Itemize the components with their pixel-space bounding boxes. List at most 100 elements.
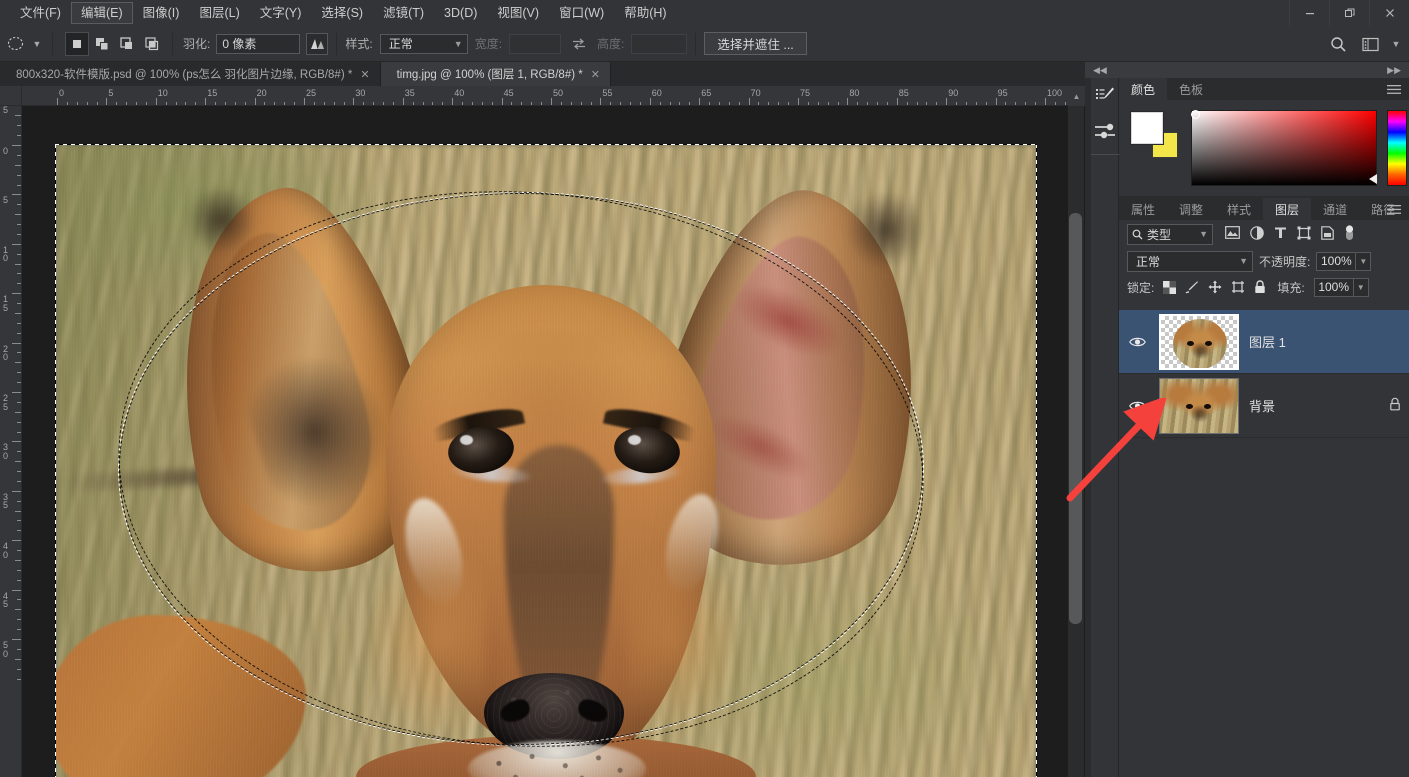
lock-image-pixels-icon[interactable] [1185, 280, 1199, 294]
layer-visibility-toggle[interactable] [1125, 336, 1149, 348]
layer-thumbnail-wrap[interactable] [1159, 378, 1239, 434]
select-and-mask-button[interactable]: 选择并遮住 ... [704, 32, 806, 55]
tab-channels[interactable]: 通道 [1311, 198, 1359, 220]
search-icon[interactable] [1325, 31, 1351, 57]
selection-mode-add[interactable] [90, 32, 114, 56]
tool-preset-picker[interactable]: ▼ [0, 31, 44, 57]
ruler-label: 15 [207, 89, 217, 98]
ruler-corner[interactable] [0, 86, 22, 106]
layer-lock-icon[interactable] [1389, 397, 1401, 414]
ruler-tick-major [749, 98, 750, 106]
ruler-label: 30 [3, 443, 17, 460]
opacity-input[interactable]: 100% [1316, 252, 1356, 271]
vertical-ruler[interactable]: -505101520253035404550 [0, 106, 22, 777]
ruler-tick-major [847, 98, 848, 106]
lock-all-icon[interactable] [1254, 280, 1266, 294]
canvas-scrollbar-thumb[interactable] [1069, 213, 1082, 624]
dock-collapse-bar[interactable]: ◀◀ ▶▶ [1085, 62, 1409, 78]
swap-dimensions-icon[interactable] [568, 34, 590, 54]
lock-position-icon[interactable] [1208, 280, 1222, 294]
menu-item-layer[interactable]: 图层(L) [189, 2, 249, 24]
close-icon[interactable]: ✕ [591, 68, 600, 81]
canvas-scroll-up-icon[interactable]: ▲ [1068, 86, 1085, 106]
minimize-icon[interactable] [1289, 0, 1329, 26]
tab-swatches[interactable]: 色板 [1167, 78, 1215, 100]
menu-item-edit[interactable]: 编辑(E) [71, 2, 133, 24]
tab-styles[interactable]: 样式 [1215, 198, 1263, 220]
restore-icon[interactable] [1329, 0, 1369, 26]
lock-row: 锁定: [1119, 274, 1409, 300]
elliptical-marquee-icon[interactable] [2, 31, 28, 57]
chevron-down-icon[interactable]: ▼ [30, 34, 44, 54]
horizontal-ruler[interactable]: 0510152025303540455055606570758085909510… [22, 86, 1085, 106]
type-layers-icon[interactable] [1274, 226, 1287, 242]
lock-artboard-icon[interactable] [1231, 280, 1245, 294]
fill-input[interactable]: 100% [1314, 278, 1354, 297]
smart-object-icon[interactable] [1321, 226, 1334, 243]
layer-name[interactable]: 图层 1 [1249, 332, 1401, 351]
feather-input[interactable]: 0 像素 [216, 34, 300, 54]
lock-transparent-pixels-icon[interactable] [1163, 281, 1176, 294]
document-canvas[interactable] [56, 145, 1036, 777]
layer-thumbnail[interactable] [1159, 378, 1239, 434]
menu-item-type[interactable]: 文字(Y) [250, 2, 312, 24]
selection-mode-intersect[interactable] [140, 32, 164, 56]
shape-layers-icon[interactable] [1297, 226, 1311, 243]
height-input[interactable] [631, 34, 687, 54]
tab-color[interactable]: 颜色 [1119, 78, 1167, 100]
color-spectrum-field[interactable] [1191, 110, 1377, 186]
selection-mode-subtract[interactable] [115, 32, 139, 56]
tab-layers[interactable]: 图层 [1263, 198, 1311, 220]
layer-thumbnail-wrap[interactable] [1159, 314, 1239, 370]
width-input[interactable] [509, 34, 561, 54]
ruler-tick-minor [15, 313, 21, 314]
layer-visibility-toggle[interactable] [1125, 400, 1149, 412]
anti-alias-icon[interactable] [306, 33, 328, 55]
menu-item-3d[interactable]: 3D(D) [434, 2, 487, 24]
collapse-right-icon[interactable]: ▶▶ [1387, 65, 1401, 76]
brush-settings-icon[interactable] [1091, 114, 1119, 150]
panel-menu-icon[interactable] [1387, 78, 1401, 100]
canvas-area[interactable] [22, 106, 1085, 777]
workspace-switcher-icon[interactable] [1357, 31, 1383, 57]
selection-mode-new[interactable] [65, 32, 89, 56]
collapse-left-icon[interactable]: ◀◀ [1093, 65, 1107, 76]
ruler-tick-minor [17, 175, 21, 176]
pixel-layers-icon[interactable] [1225, 226, 1240, 242]
brush-presets-icon[interactable] [1091, 78, 1119, 114]
blend-mode-select[interactable]: 正常 ▼ [1127, 251, 1253, 272]
blend-mode-value: 正常 [1136, 253, 1160, 270]
close-icon[interactable]: ✕ [360, 68, 369, 81]
hue-strip[interactable] [1387, 110, 1407, 186]
tab-adjustments[interactable]: 调整 [1167, 198, 1215, 220]
thumbnail-left-eye [1187, 341, 1194, 346]
ruler-tick-minor [15, 165, 21, 166]
foreground-color-swatch[interactable] [1131, 112, 1163, 144]
menu-item-filter[interactable]: 滤镜(T) [373, 2, 434, 24]
style-select[interactable]: 正常 ▼ [380, 34, 468, 54]
menu-item-select[interactable]: 选择(S) [311, 2, 373, 24]
ruler-label: 45 [3, 592, 17, 609]
fill-stepper-chevron-icon[interactable]: ▼ [1354, 278, 1369, 297]
document-tab-psd[interactable]: 800x320-软件模版.psd @ 100% (ps怎么 羽化图片边缘, RG… [0, 62, 381, 86]
document-tab-timg[interactable]: timg.jpg @ 100% (图层 1, RGB/8#) * ✕ [381, 62, 611, 86]
menu-item-image[interactable]: 图像(I) [133, 2, 190, 24]
layer-row-背景[interactable]: 背景 [1119, 374, 1409, 438]
menu-item-window[interactable]: 窗口(W) [549, 2, 614, 24]
layer-filter-type-select[interactable]: 类型 ▼ [1127, 224, 1213, 245]
ruler-tick-minor [17, 185, 21, 186]
ruler-label: 85 [899, 89, 909, 98]
adjustment-layers-icon[interactable] [1250, 226, 1264, 243]
opacity-stepper-chevron-icon[interactable]: ▼ [1356, 252, 1371, 271]
layer-row-图层-1[interactable]: 图层 1 [1119, 310, 1409, 374]
layer-thumbnail[interactable] [1159, 314, 1239, 370]
toggle-filter-icon[interactable] [1344, 225, 1355, 244]
layer-name[interactable]: 背景 [1249, 396, 1379, 415]
chevron-down-icon[interactable]: ▼ [1389, 34, 1403, 54]
menu-item-file[interactable]: 文件(F) [10, 2, 71, 24]
menu-item-view[interactable]: 视图(V) [487, 2, 549, 24]
menu-item-help[interactable]: 帮助(H) [614, 2, 676, 24]
close-icon[interactable] [1369, 0, 1409, 26]
panel-menu-icon[interactable] [1387, 198, 1401, 220]
tab-properties[interactable]: 属性 [1119, 198, 1167, 220]
